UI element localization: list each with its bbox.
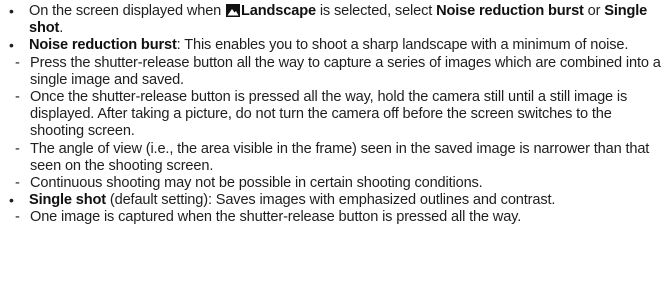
sub-item-text: Continuous shooting may not be possible … bbox=[30, 175, 483, 192]
dash: - bbox=[15, 140, 20, 157]
sub-item-text: Press the shutter-release button all the… bbox=[30, 54, 661, 88]
landscape-icon bbox=[226, 4, 241, 17]
list-item-mode-select: • On the screen displayed when Landscape… bbox=[8, 3, 663, 37]
term-description: : This enables you to shoot a sharp land… bbox=[176, 37, 629, 54]
sub-list-single-shot: - One image is captured when the shutter… bbox=[8, 209, 663, 226]
sub-list-noise-reduction-burst: - Press the shutter-release button all t… bbox=[8, 55, 663, 193]
sub-item-text: The angle of view (i.e., the area visibl… bbox=[30, 140, 650, 174]
bullet: • bbox=[9, 3, 14, 19]
item-text: On the screen displayed when bbox=[29, 3, 226, 19]
term-description: (default setting): Saves images with emp… bbox=[106, 192, 556, 209]
list-item-single-shot: • Single shot (default setting): Saves i… bbox=[8, 192, 663, 209]
dash: - bbox=[15, 89, 20, 106]
sub-item: - Once the shutter-release button is pre… bbox=[8, 89, 663, 141]
bullet: • bbox=[9, 37, 14, 54]
item-text: . bbox=[59, 20, 64, 37]
landscape-label: Landscape bbox=[241, 3, 316, 19]
sub-item-text: Once the shutter-release button is press… bbox=[30, 89, 628, 140]
item-text: or bbox=[583, 3, 605, 19]
dash: - bbox=[15, 209, 20, 226]
list-item-noise-reduction-burst: • Noise reduction burst: This enables yo… bbox=[8, 37, 663, 54]
dash: - bbox=[15, 54, 20, 71]
instruction-list: • On the screen displayed when Landscape… bbox=[0, 0, 663, 227]
dash: - bbox=[15, 175, 20, 192]
bullet: • bbox=[9, 192, 14, 209]
sub-item: - The angle of view (i.e., the area visi… bbox=[8, 141, 663, 175]
sub-item: - Press the shutter-release button all t… bbox=[8, 55, 663, 89]
sub-item: - Continuous shooting may not be possibl… bbox=[8, 175, 663, 192]
sub-item-text: One image is captured when the shutter-r… bbox=[30, 209, 522, 226]
term-single-shot: Single shot bbox=[29, 192, 106, 209]
sub-item: - One image is captured when the shutter… bbox=[8, 209, 663, 226]
item-text: is selected, select bbox=[315, 3, 437, 19]
option-noise-reduction-burst: Noise reduction burst bbox=[436, 3, 584, 19]
term-noise-reduction-burst: Noise reduction burst bbox=[29, 37, 177, 54]
